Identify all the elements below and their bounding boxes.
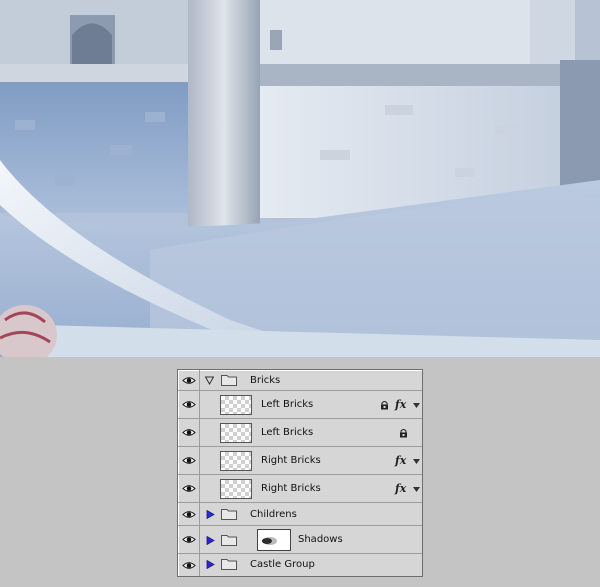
- layer-name: Left Bricks: [261, 427, 314, 438]
- layer-name: Castle Group: [250, 559, 315, 570]
- eye-icon: [181, 401, 196, 408]
- visibility-toggle[interactable]: [178, 526, 200, 553]
- layer-thumbnail: [220, 395, 252, 415]
- layer-thumbnail: [220, 451, 252, 471]
- layer-name: Right Bricks: [261, 483, 321, 494]
- layer-mask-thumbnail[interactable]: [257, 529, 291, 551]
- visibility-toggle[interactable]: [178, 370, 200, 390]
- eye-icon: [181, 376, 196, 384]
- eye-icon: [181, 429, 196, 436]
- layer-name: Childrens: [250, 509, 297, 520]
- layer-row-left-bricks-1[interactable]: Left Bricks fx: [178, 391, 422, 419]
- visibility-toggle[interactable]: [178, 475, 200, 502]
- fx-icon[interactable]: fx: [395, 455, 406, 467]
- mask-preview: [262, 537, 277, 545]
- eye-icon: [181, 457, 196, 464]
- fx-icon[interactable]: fx: [395, 399, 406, 411]
- eye-icon: [181, 485, 196, 492]
- layer-row-castle-group[interactable]: Castle Group: [178, 554, 422, 576]
- folder-icon: [221, 559, 237, 570]
- layer-row-left-bricks-2[interactable]: Left Bricks: [178, 419, 422, 447]
- layer-name: Left Bricks: [261, 399, 314, 410]
- triangle-icon[interactable]: [206, 560, 215, 569]
- folder-icon: [221, 375, 237, 386]
- triangle-icon[interactable]: [206, 536, 215, 545]
- visibility-toggle[interactable]: [178, 419, 200, 446]
- layer-row-bricks[interactable]: Bricks: [178, 370, 422, 391]
- layer-row-right-bricks-2[interactable]: Right Bricks fx: [178, 475, 422, 503]
- layer-row-shadows[interactable]: Shadows: [178, 526, 422, 554]
- chevron-down-icon[interactable]: [413, 459, 420, 464]
- layer-row-right-bricks-1[interactable]: Right Bricks fx: [178, 447, 422, 475]
- layer-name: Shadows: [298, 534, 343, 545]
- eye-icon: [181, 561, 196, 569]
- triangle-icon[interactable]: [205, 376, 214, 385]
- lock-icon: [381, 401, 388, 410]
- layers-panel: Bricks Left Bricks fx Left Bricks Right …: [177, 369, 423, 577]
- castle-artwork-image: [0, 0, 600, 357]
- lock-icon: [400, 429, 407, 438]
- fx-icon[interactable]: fx: [395, 483, 406, 495]
- canvas-artwork: [0, 0, 600, 357]
- layer-thumbnail: [220, 479, 252, 499]
- visibility-toggle[interactable]: [178, 503, 200, 525]
- folder-icon: [221, 509, 237, 520]
- visibility-toggle[interactable]: [178, 391, 200, 418]
- visibility-toggle[interactable]: [178, 447, 200, 474]
- layer-row-childrens[interactable]: Childrens: [178, 503, 422, 526]
- layer-name: Bricks: [250, 375, 281, 386]
- folder-icon: [221, 535, 237, 546]
- triangle-icon[interactable]: [206, 510, 215, 519]
- chevron-down-icon[interactable]: [413, 403, 420, 408]
- layer-thumbnail: [220, 423, 252, 443]
- layer-name: Right Bricks: [261, 455, 321, 466]
- eye-icon: [181, 536, 196, 543]
- chevron-down-icon[interactable]: [413, 487, 420, 492]
- eye-icon: [181, 510, 196, 518]
- visibility-toggle[interactable]: [178, 554, 200, 576]
